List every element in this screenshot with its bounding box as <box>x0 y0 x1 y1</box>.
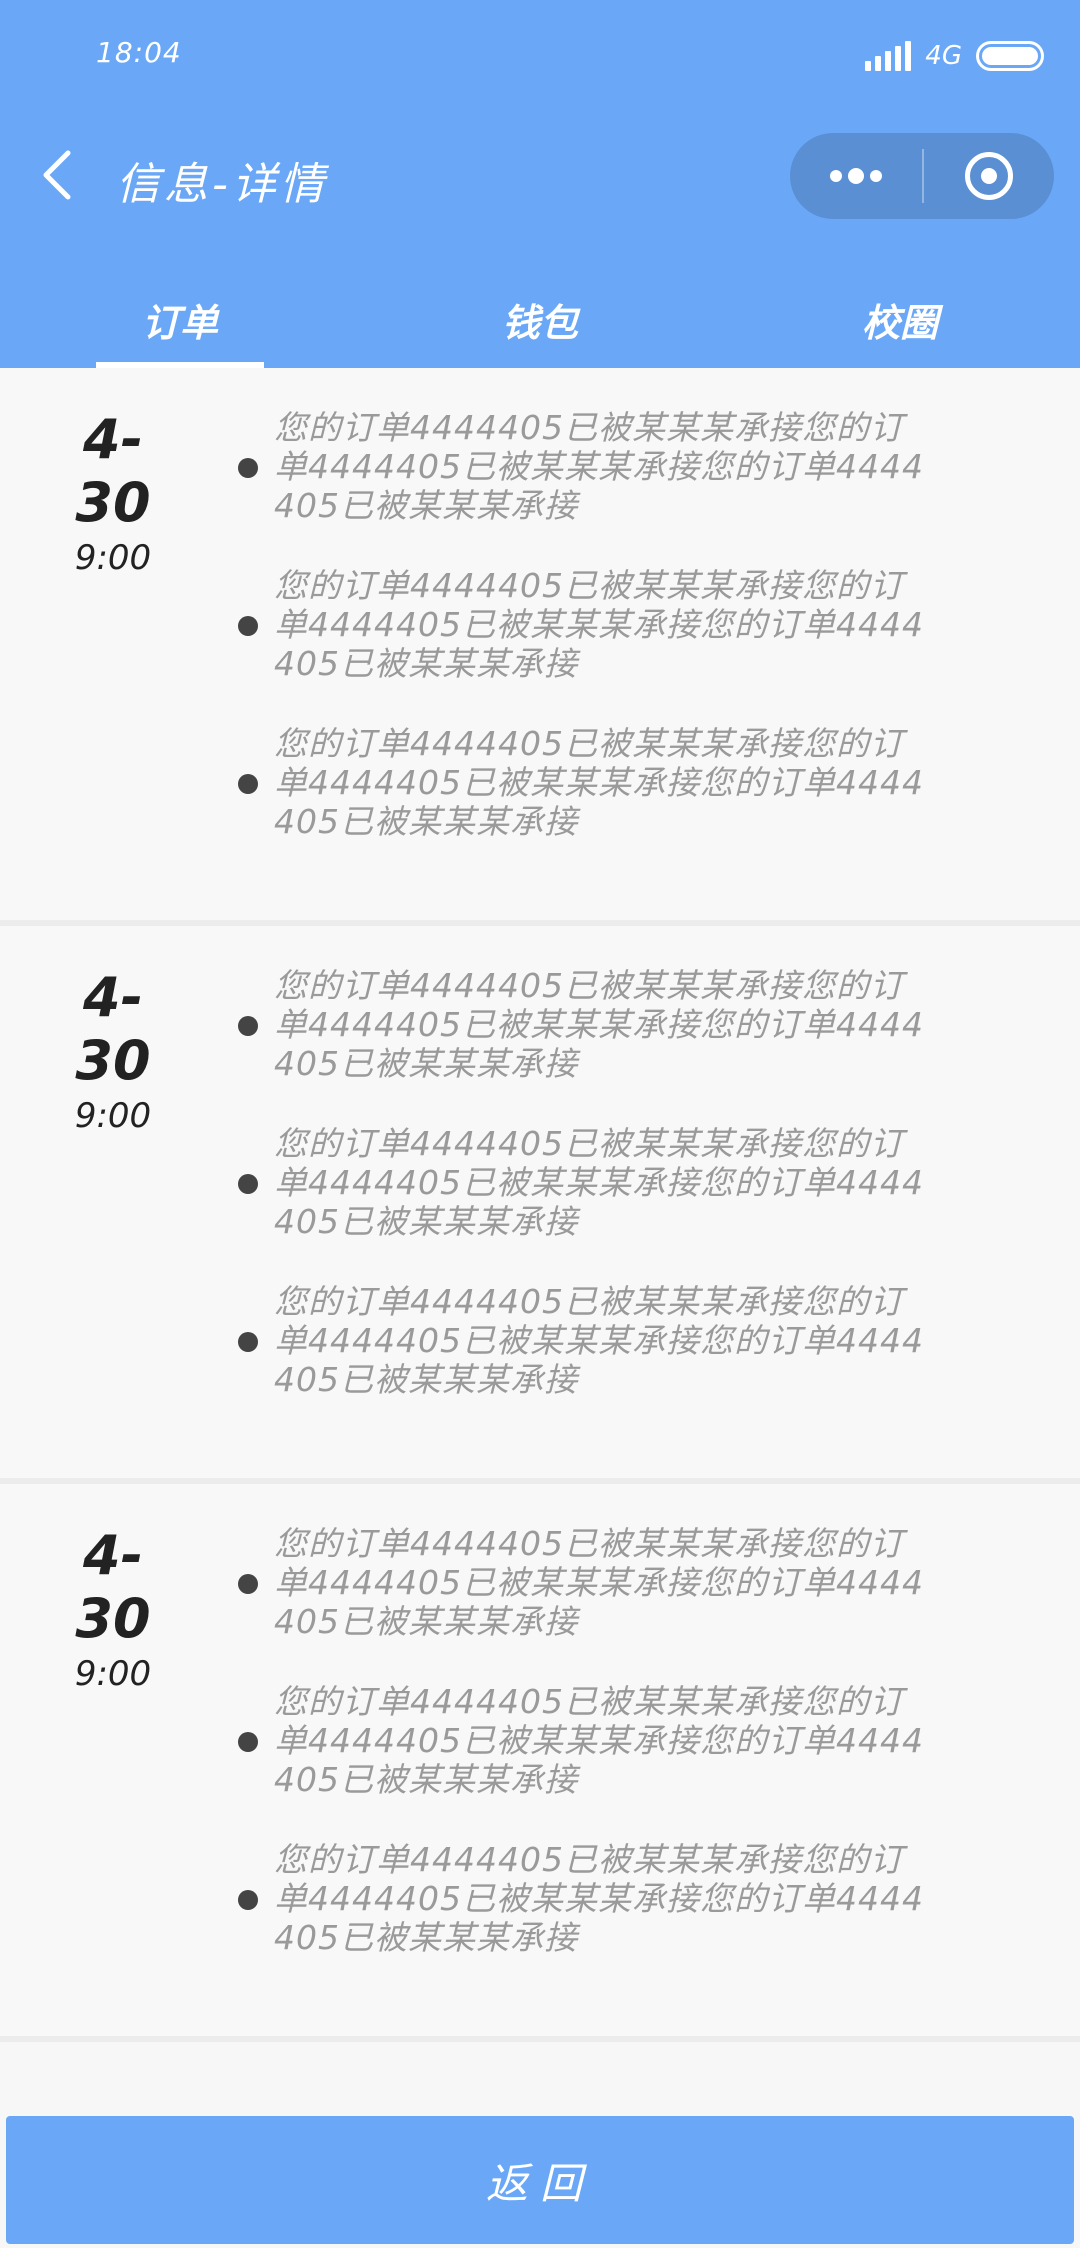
message-text: 您的订单4444405已被某某某承接您的订单4444405已被某某某承接您的订单… <box>274 724 924 841</box>
message-text: 您的订单4444405已被某某某承接您的订单4444405已被某某某承接您的订单… <box>274 566 924 683</box>
message-group: 4-30 9:00 您的订单4444405已被某某某承接您的订单4444405已… <box>0 926 1080 1484</box>
message-group: 4-30 9:00 您的订单4444405已被某某某承接您的订单4444405已… <box>0 1484 1080 2042</box>
group-messages: 您的订单4444405已被某某某承接您的订单4444405已被某某某承接您的订单… <box>238 408 928 882</box>
tab-bar: 订单 钱包 校圈 <box>0 270 1080 368</box>
more-options-icon[interactable] <box>790 133 922 219</box>
group-date: 4-30 <box>75 966 151 1092</box>
list-item[interactable]: 您的订单4444405已被某某某承接您的订单4444405已被某某某承接您的订单… <box>238 1524 928 1682</box>
group-messages: 您的订单4444405已被某某某承接您的订单4444405已被某某某承接您的订单… <box>238 1524 928 1998</box>
status-icons: 4G <box>865 36 1044 76</box>
group-time: 9:00 <box>74 538 152 578</box>
message-text: 您的订单4444405已被某某某承接您的订单4444405已被某某某承接您的订单… <box>274 408 924 525</box>
group-messages: 您的订单4444405已被某某某承接您的订单4444405已被某某某承接您的订单… <box>238 966 928 1440</box>
message-text: 您的订单4444405已被某某某承接您的订单4444405已被某某某承接您的订单… <box>274 966 924 1083</box>
date-column: 4-30 9:00 <box>48 408 178 578</box>
message-text: 您的订单4444405已被某某某承接您的订单4444405已被某某某承接您的订单… <box>274 1682 924 1799</box>
list-item[interactable]: 您的订单4444405已被某某某承接您的订单4444405已被某某某承接您的订单… <box>238 724 928 882</box>
bullet-icon <box>238 1016 258 1036</box>
back-arrow-icon[interactable] <box>32 145 82 205</box>
group-time: 9:00 <box>74 1096 152 1136</box>
return-button[interactable]: 返回 <box>6 2116 1074 2244</box>
bullet-icon <box>238 1332 258 1352</box>
bullet-icon <box>238 1890 258 1910</box>
list-item[interactable]: 您的订单4444405已被某某某承接您的订单4444405已被某某某承接您的订单… <box>238 1282 928 1440</box>
header: 18:04 4G 信息-详情 订单 钱包 校圈 <box>0 0 1080 368</box>
bullet-icon <box>238 616 258 636</box>
tab-orders[interactable]: 订单 <box>0 270 360 368</box>
tab-campus[interactable]: 校圈 <box>720 270 1080 368</box>
network-label: 4G <box>925 41 962 71</box>
message-text: 您的订单4444405已被某某某承接您的订单4444405已被某某某承接您的订单… <box>274 1840 924 1957</box>
tab-wallet[interactable]: 钱包 <box>360 270 720 368</box>
message-group: 4-30 9:00 您的订单4444405已被某某某承接您的订单4444405已… <box>0 368 1080 926</box>
bullet-icon <box>238 774 258 794</box>
page-title: 信息-详情 <box>116 159 328 210</box>
signal-icon <box>865 41 912 71</box>
list-item[interactable]: 您的订单4444405已被某某某承接您的订单4444405已被某某某承接您的订单… <box>238 1682 928 1840</box>
group-date: 4-30 <box>75 408 151 534</box>
status-time: 18:04 <box>96 36 182 69</box>
date-column: 4-30 9:00 <box>48 966 178 1136</box>
date-column: 4-30 9:00 <box>48 1524 178 1694</box>
message-text: 您的订单4444405已被某某某承接您的订单4444405已被某某某承接您的订单… <box>274 1124 924 1241</box>
group-time: 9:00 <box>74 1654 152 1694</box>
message-text: 您的订单4444405已被某某某承接您的订单4444405已被某某某承接您的订单… <box>274 1524 924 1641</box>
list-item[interactable]: 您的订单4444405已被某某某承接您的订单4444405已被某某某承接您的订单… <box>238 566 928 724</box>
message-text: 您的订单4444405已被某某某承接您的订单4444405已被某某某承接您的订单… <box>274 1282 924 1399</box>
list-item[interactable]: 您的订单4444405已被某某某承接您的订单4444405已被某某某承接您的订单… <box>238 1840 928 1998</box>
list-item[interactable]: 您的订单4444405已被某某某承接您的订单4444405已被某某某承接您的订单… <box>238 408 928 566</box>
bullet-icon <box>238 1732 258 1752</box>
list-item[interactable]: 您的订单4444405已被某某某承接您的订单4444405已被某某某承接您的订单… <box>238 966 928 1124</box>
bullet-icon <box>238 1174 258 1194</box>
message-list: 4-30 9:00 您的订单4444405已被某某某承接您的订单4444405已… <box>0 368 1080 2042</box>
close-miniprogram-icon[interactable] <box>924 133 1054 219</box>
list-item[interactable]: 您的订单4444405已被某某某承接您的订单4444405已被某某某承接您的订单… <box>238 1124 928 1282</box>
miniprogram-capsule <box>790 133 1054 219</box>
group-date: 4-30 <box>75 1524 151 1650</box>
bullet-icon <box>238 1574 258 1594</box>
battery-icon <box>976 41 1044 71</box>
bullet-icon <box>238 458 258 478</box>
